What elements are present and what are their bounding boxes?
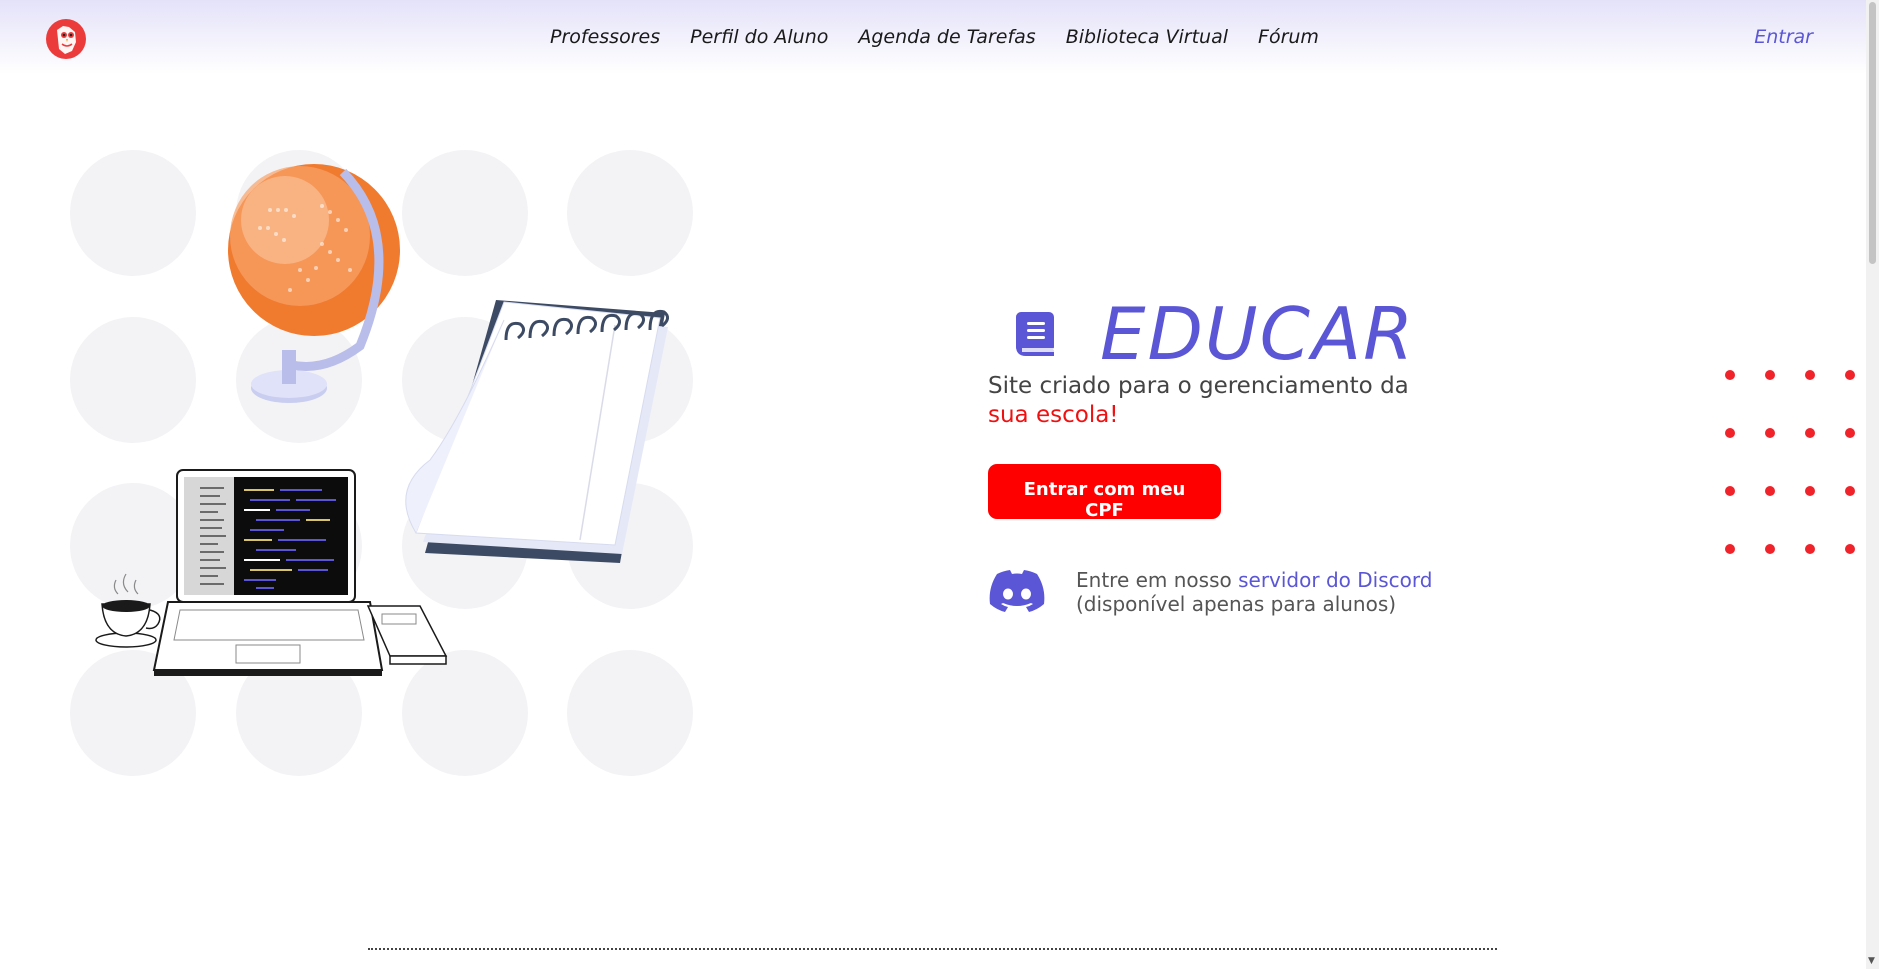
- dot: [1805, 370, 1815, 380]
- discord-icon[interactable]: [988, 570, 1046, 616]
- nav-forum[interactable]: Fórum: [1258, 26, 1319, 48]
- login-link[interactable]: Entrar: [1754, 26, 1813, 48]
- coffee-cup-icon: [95, 573, 161, 648]
- dot: [1845, 370, 1855, 380]
- dot: [1725, 486, 1735, 496]
- illustration-art: [95, 164, 669, 676]
- dot: [1765, 544, 1775, 554]
- dot: [1805, 428, 1815, 438]
- book-icon: [1016, 312, 1054, 356]
- top-navbar: Professores Perfil do Aluno Agenda de Ta…: [0, 0, 1866, 74]
- dot: [1845, 428, 1855, 438]
- discord-text: Entre em nosso servidor do Discord (disp…: [1076, 568, 1432, 616]
- brand-title: EDUCAR: [1100, 292, 1416, 376]
- tagline: Site criado para o gerenciamento da sua …: [988, 372, 1508, 430]
- scroll-down-icon[interactable]: ▼: [1868, 956, 1875, 966]
- hero-illustration: [60, 140, 710, 790]
- scroll-thumb[interactable]: [1869, 2, 1876, 264]
- owl-logo-icon[interactable]: [45, 18, 87, 60]
- dot: [1845, 544, 1855, 554]
- nav-biblioteca-virtual[interactable]: Biblioteca Virtual: [1066, 26, 1228, 48]
- section-divider: [368, 948, 1497, 950]
- main-nav: Professores Perfil do Aluno Agenda de Ta…: [550, 26, 1349, 48]
- dot: [1725, 428, 1735, 438]
- discord-server-link[interactable]: servidor do Discord: [1238, 568, 1432, 592]
- laptop-icon: [152, 469, 384, 676]
- dot: [1805, 544, 1815, 554]
- nav-professores[interactable]: Professores: [550, 26, 660, 48]
- dot: [1765, 486, 1775, 496]
- dot: [1725, 370, 1735, 380]
- hero-section: EDUCAR Site criado para o gerenciamento …: [988, 292, 1508, 616]
- globe-icon: [228, 164, 400, 403]
- dot: [1845, 486, 1855, 496]
- dot: [1765, 428, 1775, 438]
- page-scrollbar[interactable]: ▼: [1866, 0, 1879, 969]
- discord-note: (disponível apenas para alunos): [1076, 592, 1397, 616]
- tagline-accent: sua escola!: [988, 402, 1119, 428]
- dot: [1765, 370, 1775, 380]
- discord-prefix: Entre em nosso: [1076, 568, 1239, 592]
- nav-perfil-do-aluno[interactable]: Perfil do Aluno: [690, 26, 828, 48]
- tagline-text: Site criado para o gerenciamento da: [988, 373, 1409, 399]
- dot: [1725, 544, 1735, 554]
- dot: [1805, 486, 1815, 496]
- nav-agenda-de-tarefas[interactable]: Agenda de Tarefas: [858, 26, 1035, 48]
- notebook-icon: [405, 300, 669, 563]
- discord-row: Entre em nosso servidor do Discord (disp…: [988, 568, 1508, 616]
- login-cpf-button[interactable]: Entrar com meu CPF: [988, 464, 1221, 521]
- brand-row: EDUCAR: [988, 292, 1508, 376]
